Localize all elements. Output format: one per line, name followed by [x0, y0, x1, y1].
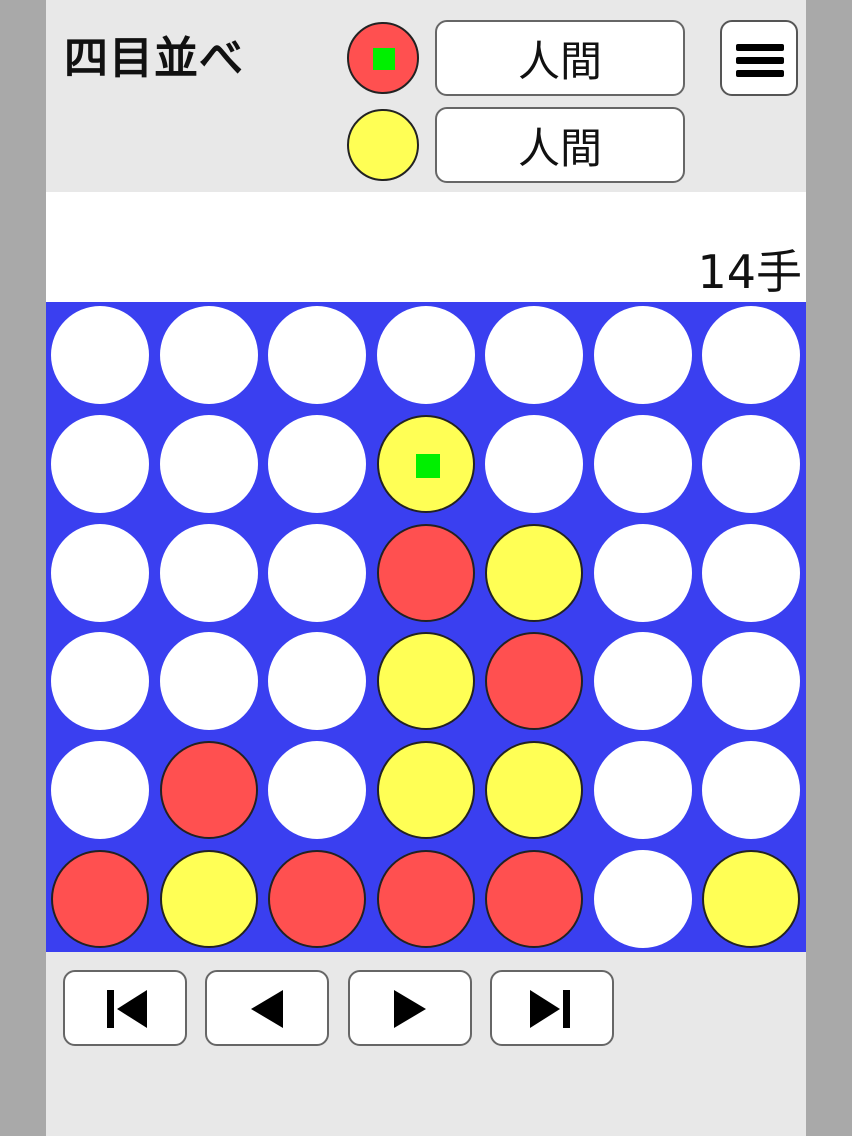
step-forward-icon: [394, 990, 426, 1028]
board-cell-red[interactable]: [376, 523, 475, 622]
game-board[interactable]: [46, 302, 806, 952]
move-count: 14手: [697, 245, 802, 299]
hamburger-menu-icon: [736, 70, 784, 77]
board-cell-empty[interactable]: [702, 414, 800, 513]
current-turn-marker: [373, 48, 395, 70]
hamburger-menu-icon: [736, 57, 784, 64]
skip-to-start-icon: [107, 990, 147, 1028]
board-cell-empty[interactable]: [268, 741, 366, 840]
board-cell-red[interactable]: [485, 632, 583, 731]
board-cell-empty[interactable]: [485, 414, 583, 513]
board-cell-red[interactable]: [159, 741, 258, 840]
board-cell-empty[interactable]: [268, 306, 366, 404]
menu-button[interactable]: [720, 20, 798, 96]
board-cell-empty[interactable]: [51, 632, 149, 731]
board-cell-red[interactable]: [376, 850, 475, 948]
board-cell-yellow[interactable]: [485, 523, 583, 622]
last-move-marker: [415, 453, 440, 478]
first-move-button[interactable]: [63, 970, 187, 1046]
step-back-icon: [251, 990, 283, 1028]
player2-disc-indicator: [347, 109, 419, 181]
skip-to-end-icon: [530, 990, 570, 1028]
player2-type-button[interactable]: 人間: [435, 107, 685, 183]
board-cell-red[interactable]: [485, 850, 583, 948]
board-cell-yellow[interactable]: [159, 850, 258, 948]
board-cell-empty[interactable]: [593, 741, 692, 840]
board-cell-empty[interactable]: [268, 414, 366, 513]
board-cell-yellow[interactable]: [702, 850, 800, 948]
board-cell-empty[interactable]: [159, 306, 258, 404]
board-cell-empty[interactable]: [485, 306, 583, 404]
board-cell-empty[interactable]: [702, 523, 800, 622]
previous-move-button[interactable]: [205, 970, 329, 1046]
board-cell-yellow[interactable]: [485, 741, 583, 840]
board-cell-empty[interactable]: [702, 632, 800, 731]
board-cell-yellow[interactable]: [376, 414, 475, 513]
board-cell-empty[interactable]: [51, 306, 149, 404]
hamburger-menu-icon: [736, 44, 784, 51]
board-cell-empty[interactable]: [376, 306, 475, 404]
board-cell-yellow[interactable]: [376, 632, 475, 731]
app-title: 四目並べ: [64, 33, 244, 84]
board-cell-empty[interactable]: [51, 523, 149, 622]
board-cell-red[interactable]: [51, 850, 149, 948]
board-cell-empty[interactable]: [159, 414, 258, 513]
last-move-button[interactable]: [490, 970, 614, 1046]
board-cell-empty[interactable]: [159, 523, 258, 622]
board-cell-yellow[interactable]: [376, 741, 475, 840]
board-cell-empty[interactable]: [268, 632, 366, 731]
next-move-button[interactable]: [348, 970, 472, 1046]
board-cell-empty[interactable]: [593, 523, 692, 622]
board-cell-empty[interactable]: [51, 741, 149, 840]
board-cell-empty[interactable]: [702, 306, 800, 404]
board-cell-empty[interactable]: [268, 523, 366, 622]
player1-disc-indicator: [347, 22, 419, 94]
board-cell-empty[interactable]: [593, 306, 692, 404]
board-cell-empty[interactable]: [593, 632, 692, 731]
board-cell-empty[interactable]: [159, 632, 258, 731]
status-bar: 14手: [46, 192, 806, 302]
board-cell-empty[interactable]: [51, 414, 149, 513]
player1-type-button[interactable]: 人間: [435, 20, 685, 96]
board-cell-empty[interactable]: [593, 850, 692, 948]
board-cell-red[interactable]: [268, 850, 366, 948]
board-cell-empty[interactable]: [702, 741, 800, 840]
app-container: 四目並べ 人間 人間 14手: [46, 0, 806, 1136]
board-cell-empty[interactable]: [593, 414, 692, 513]
